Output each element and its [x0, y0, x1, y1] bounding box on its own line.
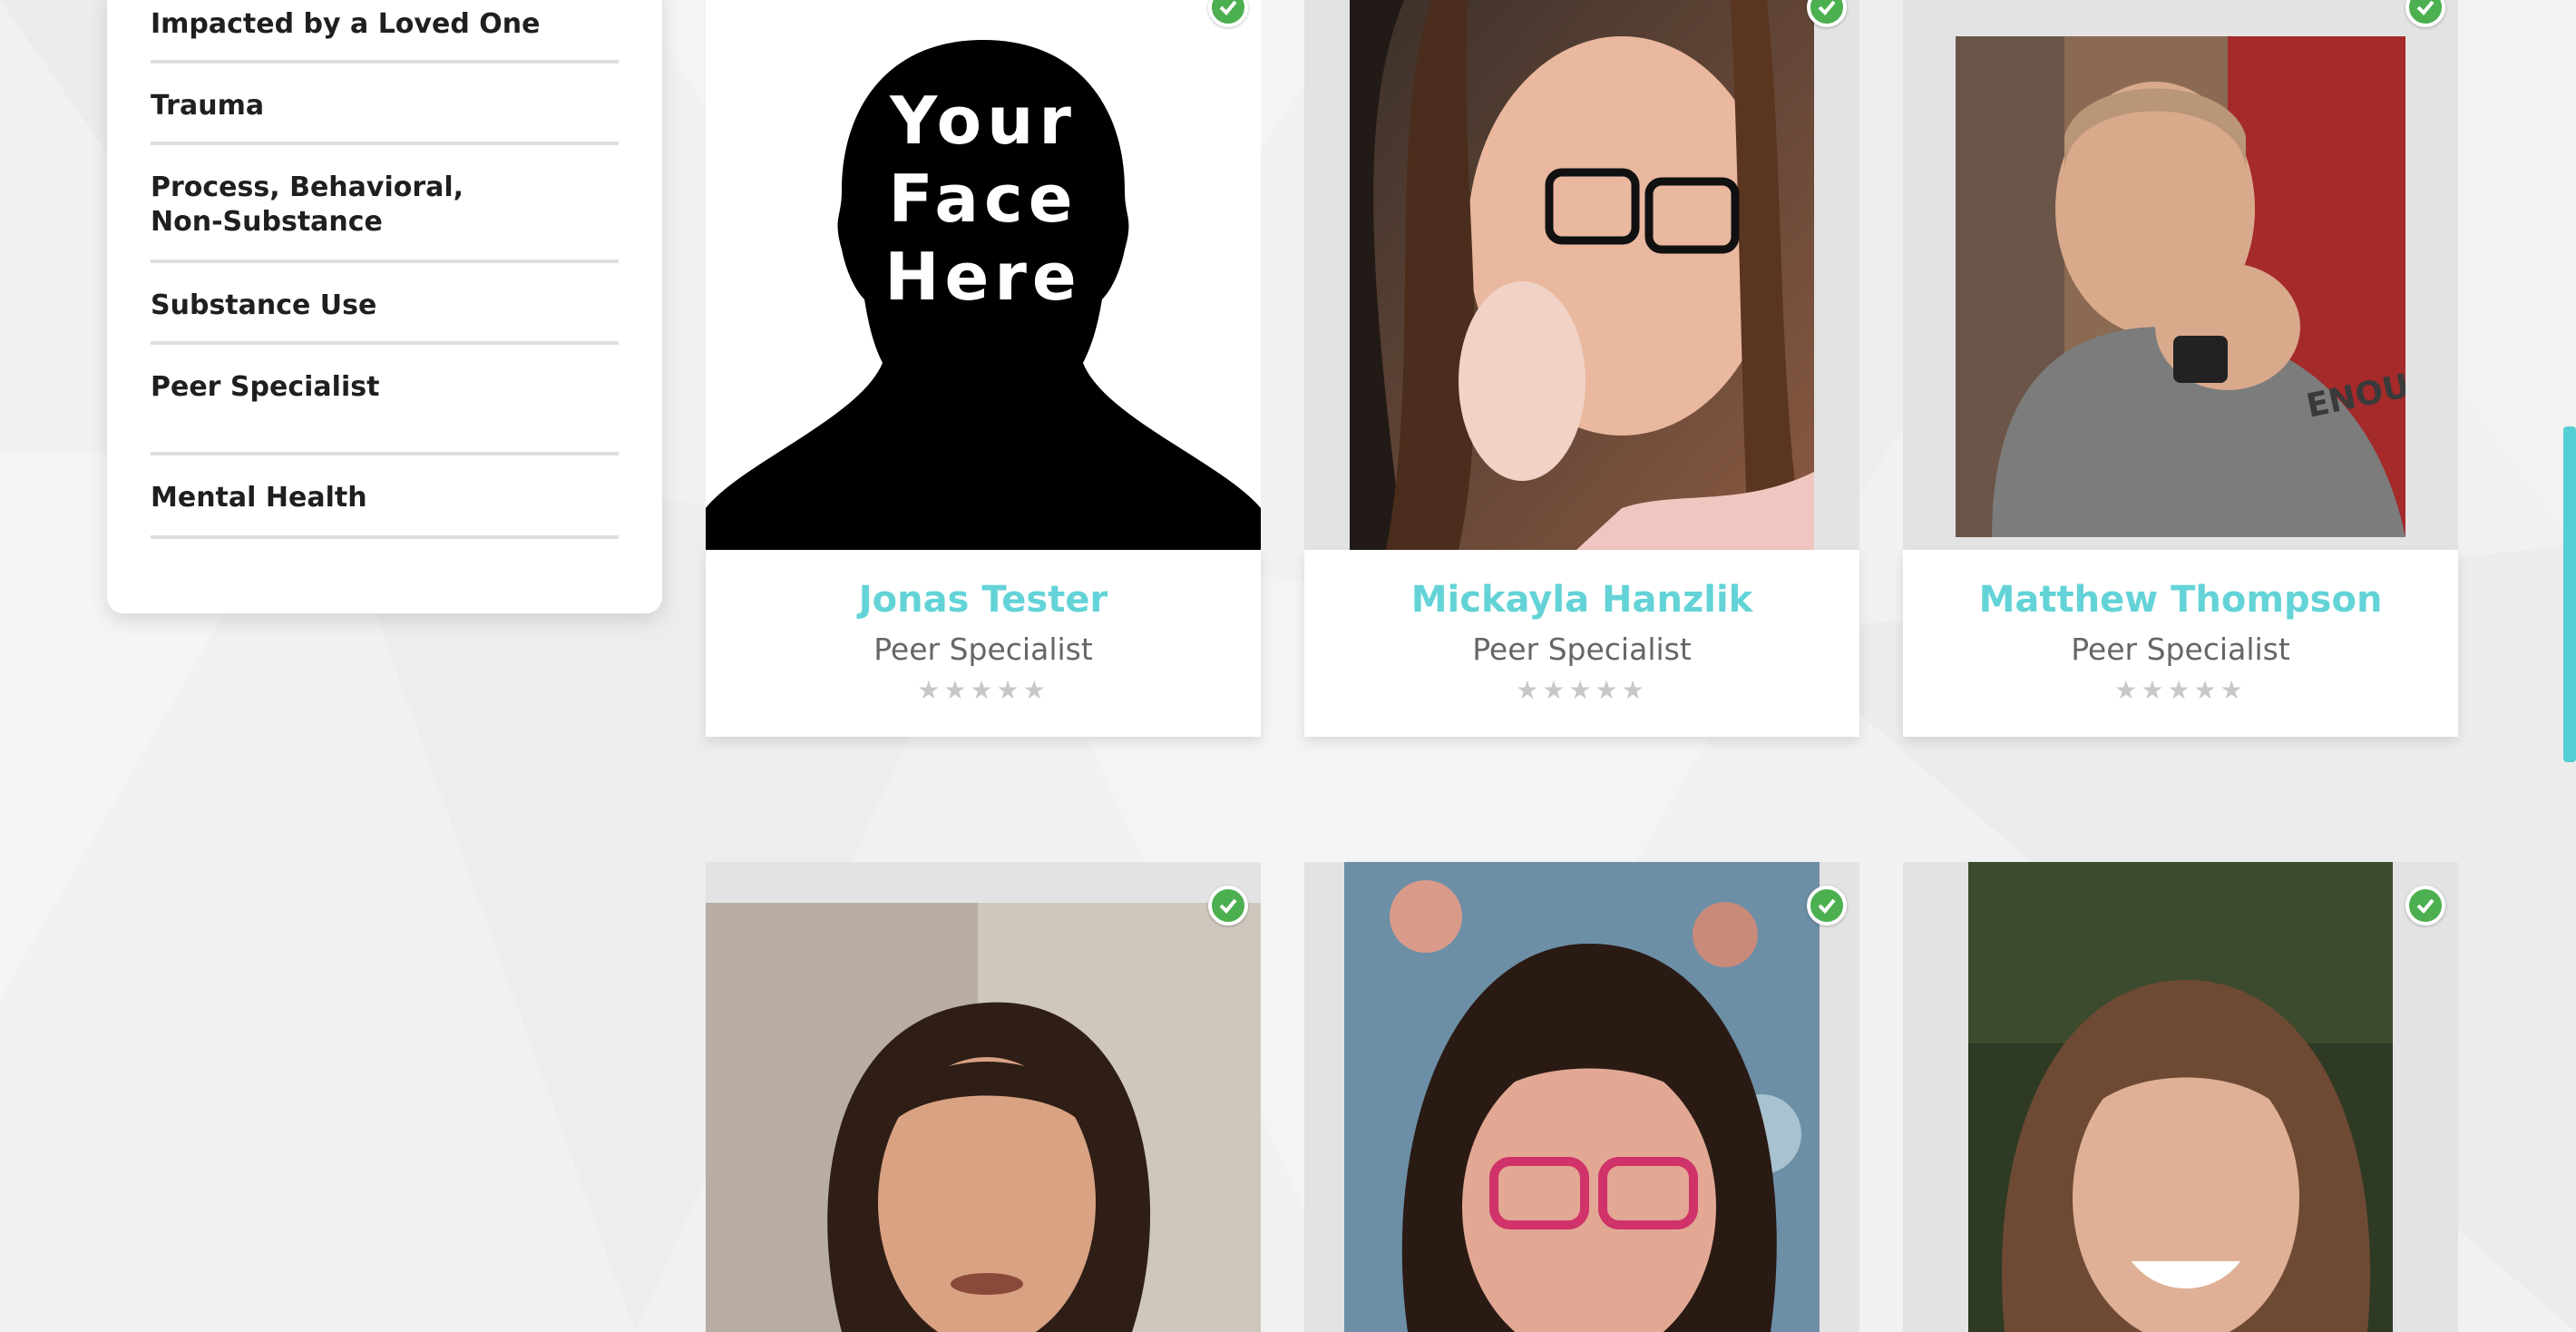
profile-photo[interactable] [1968, 862, 2393, 1332]
woman-smiling-photo [1968, 862, 2393, 1332]
profile-name-link[interactable]: Jonas Tester [706, 579, 1261, 621]
profile-name-link[interactable]: Matthew Thompson [1903, 579, 2458, 621]
profile-role: Peer Specialist [873, 632, 1093, 667]
category-filter-panel: Impacted by a Loved One Trauma Process, … [107, 0, 662, 613]
profile-card[interactable]: Mickayla Hanzlik Peer Specialist ★★★★★ [1304, 0, 1859, 737]
category-substance-use[interactable]: Substance Use [151, 289, 619, 345]
profile-card[interactable] [1903, 862, 2458, 1332]
placeholder-text: Here [884, 239, 1081, 315]
profile-photo[interactable] [1350, 0, 1814, 550]
profile-photo[interactable]: Your Face Here [706, 0, 1261, 550]
category-impacted-by-loved-one[interactable]: Impacted by a Loved One [151, 7, 619, 64]
placeholder-text: Your [889, 83, 1077, 159]
category-label: Mental Health [151, 482, 367, 514]
verified-check-icon [1807, 886, 1847, 926]
category-label: Impacted by a Loved One [151, 8, 541, 40]
profile-card[interactable]: Your Face Here Jonas Tester Peer Special… [706, 0, 1261, 737]
man-selfie-photo: ENOUGH [1956, 36, 2405, 537]
page-scrollbar[interactable] [2563, 0, 2576, 1332]
category-label: Peer Specialist [151, 371, 380, 403]
verified-check-icon [1208, 886, 1248, 926]
rating-stars: ★★★★★ [2114, 675, 2247, 705]
profile-card[interactable]: ENOUGH Matthew Thompson Peer Specialist … [1903, 0, 2458, 737]
profile-card[interactable] [706, 862, 1261, 1332]
profile-photo[interactable]: ENOUGH [1956, 36, 2405, 537]
category-process-behavioral[interactable]: Process, Behavioral, Non-Substance [151, 171, 619, 263]
woman-pink-glasses-photo [1344, 862, 1820, 1332]
profile-card[interactable] [1304, 862, 1859, 1332]
profile-name-link[interactable]: Mickayla Hanzlik [1304, 579, 1859, 621]
profile-role: Peer Specialist [2071, 632, 2290, 667]
category-mental-health[interactable]: Mental Health [151, 481, 619, 539]
profile-photo[interactable] [1344, 862, 1820, 1332]
profile-photo[interactable] [706, 903, 1261, 1332]
verified-check-icon [2405, 886, 2445, 926]
silhouette-placeholder-image: Your Face Here [706, 40, 1261, 550]
woman-curly-hair-photo [706, 903, 1261, 1332]
rating-stars: ★★★★★ [1516, 675, 1648, 705]
placeholder-text: Face [888, 161, 1078, 237]
profile-info: Jonas Tester Peer Specialist ★★★★★ [706, 550, 1261, 737]
profile-info: Matthew Thompson Peer Specialist ★★★★★ [1903, 550, 2458, 737]
verified-check-icon [2405, 0, 2445, 27]
scrollbar-thumb[interactable] [2563, 426, 2576, 762]
category-label: Process, Behavioral, Non-Substance [151, 171, 464, 238]
profile-info: Mickayla Hanzlik Peer Specialist ★★★★★ [1304, 550, 1859, 737]
category-label: Substance Use [151, 289, 377, 321]
category-label: Trauma [151, 90, 265, 122]
profile-role: Peer Specialist [1472, 632, 1692, 667]
category-trauma[interactable]: Trauma [151, 89, 619, 145]
woman-glasses-photo [1350, 0, 1814, 550]
category-peer-specialist[interactable]: Peer Specialist [151, 370, 619, 455]
rating-stars: ★★★★★ [917, 675, 1049, 705]
